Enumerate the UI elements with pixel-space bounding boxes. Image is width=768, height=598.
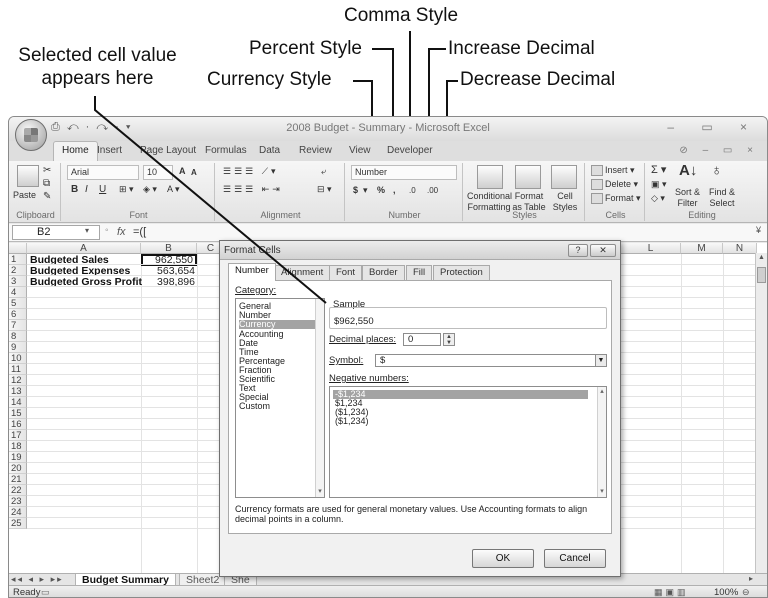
leader-selected-cell xyxy=(94,96,327,304)
